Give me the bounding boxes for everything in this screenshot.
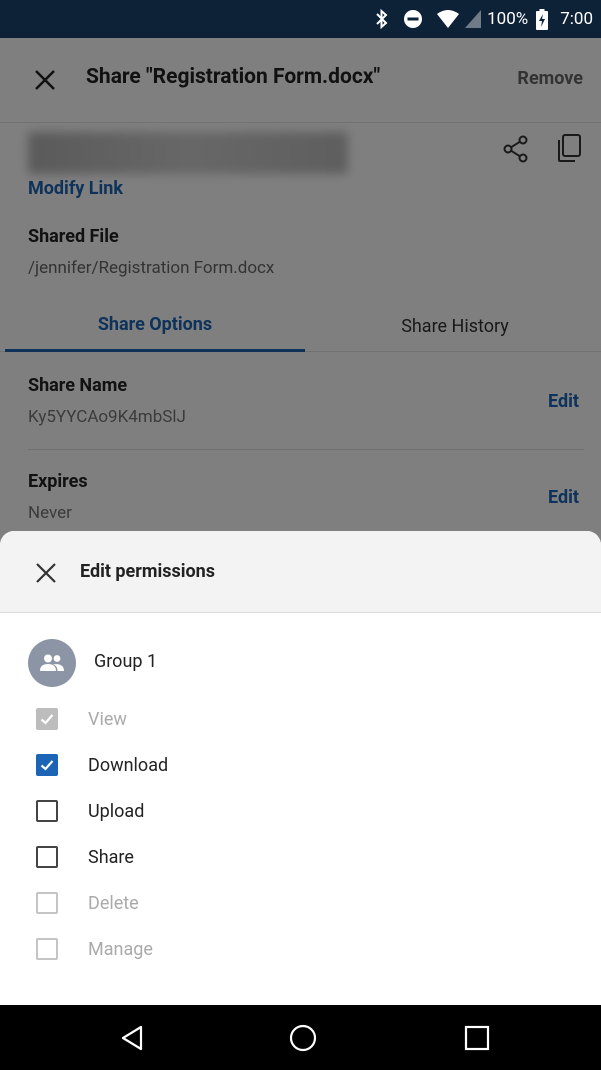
download-label: Download xyxy=(88,754,169,776)
bluetooth-icon xyxy=(375,9,389,29)
sheet-header: Edit permissions xyxy=(0,531,601,613)
group-avatar xyxy=(28,639,76,687)
check-icon xyxy=(40,760,54,771)
clock: 7:00 xyxy=(560,9,593,29)
group-icon xyxy=(39,653,65,673)
status-bar: 100% 7:00 xyxy=(0,0,601,38)
permission-manage: Manage xyxy=(36,935,153,963)
view-checkbox xyxy=(36,708,58,730)
share-label: Share xyxy=(88,846,134,868)
upload-checkbox[interactable] xyxy=(36,800,58,822)
home-icon[interactable] xyxy=(288,1023,318,1053)
check-icon xyxy=(40,714,54,725)
back-icon[interactable] xyxy=(118,1023,148,1053)
close-icon[interactable] xyxy=(35,562,57,584)
wifi-icon xyxy=(437,10,460,28)
share-checkbox[interactable] xyxy=(36,846,58,868)
manage-label: Manage xyxy=(88,938,153,960)
manage-checkbox xyxy=(36,938,58,960)
battery-charging-icon xyxy=(536,8,549,30)
group-name: Group 1 xyxy=(94,651,158,672)
cell-signal-icon xyxy=(465,10,482,28)
system-nav-bar xyxy=(0,1005,601,1070)
delete-label: Delete xyxy=(88,892,139,914)
delete-checkbox xyxy=(36,892,58,914)
permission-view: View xyxy=(36,705,127,733)
permission-upload[interactable]: Upload xyxy=(36,797,144,825)
download-checkbox[interactable] xyxy=(36,754,58,776)
upload-label: Upload xyxy=(88,800,145,822)
permission-download[interactable]: Download xyxy=(36,751,168,779)
edit-permissions-sheet: Edit permissions Group 1 View Download U… xyxy=(0,531,601,1005)
view-label: View xyxy=(88,708,127,730)
do-not-disturb-icon xyxy=(403,9,423,29)
sheet-title: Edit permissions xyxy=(80,561,215,582)
battery-percentage: 100% xyxy=(487,9,529,29)
permission-delete: Delete xyxy=(36,889,139,917)
recents-icon[interactable] xyxy=(462,1023,492,1053)
permission-share[interactable]: Share xyxy=(36,843,134,871)
